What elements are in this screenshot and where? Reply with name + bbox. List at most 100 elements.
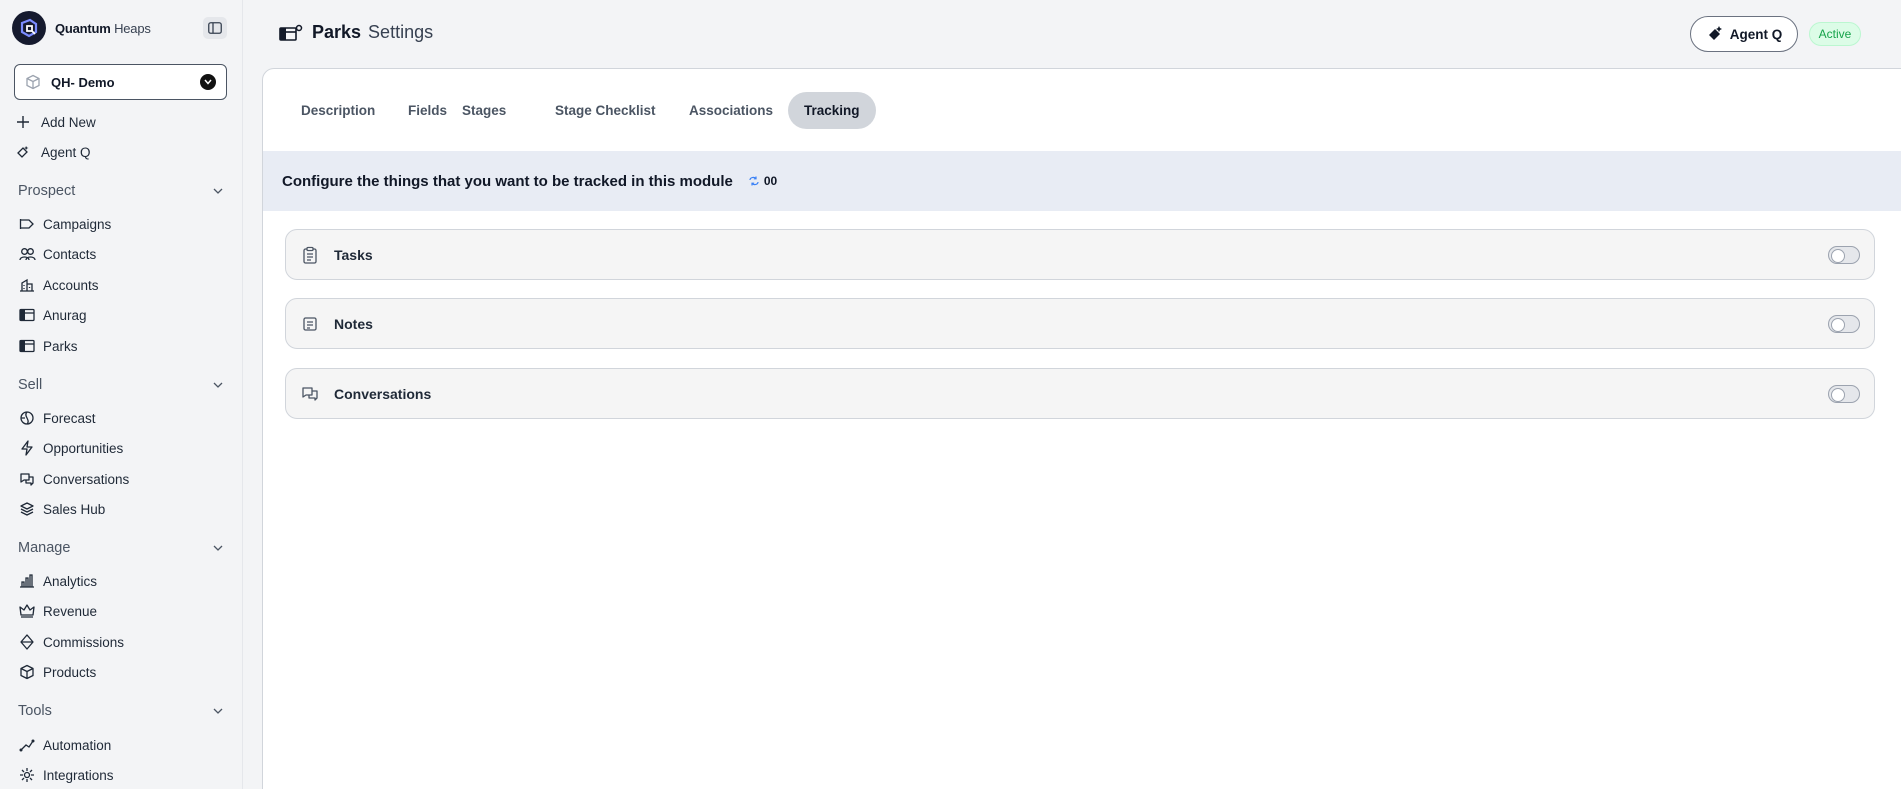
agent-q-label: Agent Q xyxy=(1729,26,1783,42)
section-label: Sell xyxy=(18,377,43,393)
tracking-row-conversations: Conversations xyxy=(285,368,1875,419)
sidebar-item-conversations[interactable]: Conversations xyxy=(18,467,129,491)
workspace-name: QH- Demo xyxy=(51,74,115,90)
tasks-toggle[interactable] xyxy=(1828,245,1860,264)
tracking-count-value: 00 xyxy=(763,174,778,188)
tracking-row-label: Tasks xyxy=(334,246,373,263)
module-settings-icon xyxy=(279,24,303,42)
workspace-selector[interactable]: QH- Demo xyxy=(14,64,227,100)
top-bar: Parks Settings Agent Q Active xyxy=(243,0,1901,66)
tab-description[interactable]: Description xyxy=(285,92,391,129)
sidebar-item-label: Add New xyxy=(41,114,96,130)
sidebar-item-accounts[interactable]: Accounts xyxy=(18,273,99,297)
sidebar-item-label: Forecast xyxy=(43,410,96,426)
brand[interactable]: Quantum Heaps xyxy=(12,10,151,46)
sidebar-item-anurag[interactable]: Anurag xyxy=(18,303,87,327)
building-icon xyxy=(18,276,36,294)
sidebar-item-analytics[interactable]: Analytics xyxy=(18,569,97,593)
chat-icon xyxy=(18,470,36,488)
chevron-down-icon xyxy=(200,74,216,90)
chat-icon xyxy=(300,386,320,402)
contacts-icon xyxy=(18,245,36,263)
automation-icon xyxy=(18,736,36,754)
notes-icon xyxy=(300,316,320,332)
settings-tabs: Description Fields Stages Stage Checklis… xyxy=(263,69,1901,151)
chevron-down-icon xyxy=(213,708,223,714)
section-manage[interactable]: Manage xyxy=(18,536,223,560)
chevron-down-icon xyxy=(213,545,223,551)
bar-chart-icon xyxy=(18,572,36,590)
tracking-count: 00 xyxy=(748,174,777,188)
layers-icon xyxy=(18,500,36,518)
sidebar-item-commissions[interactable]: Commissions xyxy=(18,630,124,654)
forecast-icon xyxy=(18,409,36,427)
megaphone-icon xyxy=(18,215,36,233)
sidebar-item-label: Campaigns xyxy=(43,216,112,232)
sidebar-item-revenue[interactable]: Revenue xyxy=(18,599,97,623)
sidebar-item-label: Automation xyxy=(43,737,112,753)
module-icon xyxy=(18,306,36,324)
tab-associations[interactable]: Associations xyxy=(673,92,789,129)
page-title-sub: Settings xyxy=(368,22,434,42)
sidebar-item-label: Conversations xyxy=(43,471,130,487)
sidebar-item-label: Commissions xyxy=(43,634,125,650)
sidebar-item-label: Agent Q xyxy=(41,144,91,160)
conversations-toggle[interactable] xyxy=(1828,384,1860,403)
sidebar-item-label: Opportunities xyxy=(43,440,124,456)
cube-icon xyxy=(18,663,36,681)
sidebar-item-label: Sales Hub xyxy=(43,501,106,517)
tracking-row-tasks: Tasks xyxy=(285,229,1875,280)
section-prospect[interactable]: Prospect xyxy=(18,179,223,203)
sidebar-item-label: Analytics xyxy=(43,573,98,589)
bolt-icon xyxy=(18,439,36,457)
section-tools[interactable]: Tools xyxy=(18,699,223,723)
sidebar-item-label: Contacts xyxy=(43,246,97,262)
integrations-icon xyxy=(18,766,36,784)
sidebar-toggle-icon[interactable] xyxy=(203,17,227,39)
quantum-heaps-logo xyxy=(12,11,46,45)
sidebar-item-products[interactable]: Products xyxy=(18,660,96,684)
sidebar-item-parks[interactable]: Parks xyxy=(18,334,78,358)
sidebar-item-automation[interactable]: Automation xyxy=(18,733,111,757)
page-title-main: Parks xyxy=(312,22,362,42)
tab-stages[interactable]: Stages xyxy=(446,92,522,129)
agent-icon xyxy=(14,143,32,161)
sidebar-item-add-new[interactable]: Add New xyxy=(14,110,96,134)
sidebar-item-campaigns[interactable]: Campaigns xyxy=(18,212,111,236)
module-icon xyxy=(18,337,36,355)
sidebar-item-integrations[interactable]: Integrations xyxy=(18,763,114,787)
section-label: Prospect xyxy=(18,183,76,199)
notes-toggle[interactable] xyxy=(1828,314,1860,333)
sidebar-item-contacts[interactable]: Contacts xyxy=(18,242,96,266)
crown-icon xyxy=(18,602,36,620)
banner-text: Configure the things that you want to be… xyxy=(282,172,733,190)
sidebar-item-label: Anurag xyxy=(43,307,87,323)
tab-stage-checklist[interactable]: Stage Checklist xyxy=(539,92,672,129)
tracking-row-notes: Notes xyxy=(285,298,1875,349)
chevron-down-icon xyxy=(213,382,223,388)
section-sell[interactable]: Sell xyxy=(18,373,223,397)
sidebar-item-agent-q[interactable]: Agent Q xyxy=(14,140,91,164)
tab-tracking[interactable]: Tracking xyxy=(788,92,876,129)
section-label: Tools xyxy=(18,703,52,719)
chevron-down-icon xyxy=(213,188,223,194)
tracking-banner: Configure the things that you want to be… xyxy=(263,151,1901,211)
sidebar-item-sales-hub[interactable]: Sales Hub xyxy=(18,497,105,521)
page-title: Parks Settings xyxy=(279,22,433,43)
settings-panel: Description Fields Stages Stage Checklis… xyxy=(262,68,1901,789)
sidebar-item-forecast[interactable]: Forecast xyxy=(18,406,96,430)
agent-q-button[interactable]: Agent Q xyxy=(1690,16,1798,52)
clipboard-icon xyxy=(300,246,320,264)
status-badge: Active xyxy=(1809,22,1861,46)
sidebar-item-label: Revenue xyxy=(43,603,98,619)
section-label: Manage xyxy=(18,540,71,556)
plus-icon xyxy=(14,113,32,131)
sidebar-item-label: Products xyxy=(43,664,97,680)
sidebar-item-label: Integrations xyxy=(43,767,114,783)
agent-icon xyxy=(1706,25,1724,43)
tracking-row-label: Notes xyxy=(334,315,373,332)
sidebar-item-opportunities[interactable]: Opportunities xyxy=(18,436,123,460)
diamond-icon xyxy=(18,633,36,651)
sidebar: Quantum Heaps QH- Demo Add New Agent Q P… xyxy=(0,0,243,789)
brand-name: Quantum Heaps xyxy=(55,20,151,36)
